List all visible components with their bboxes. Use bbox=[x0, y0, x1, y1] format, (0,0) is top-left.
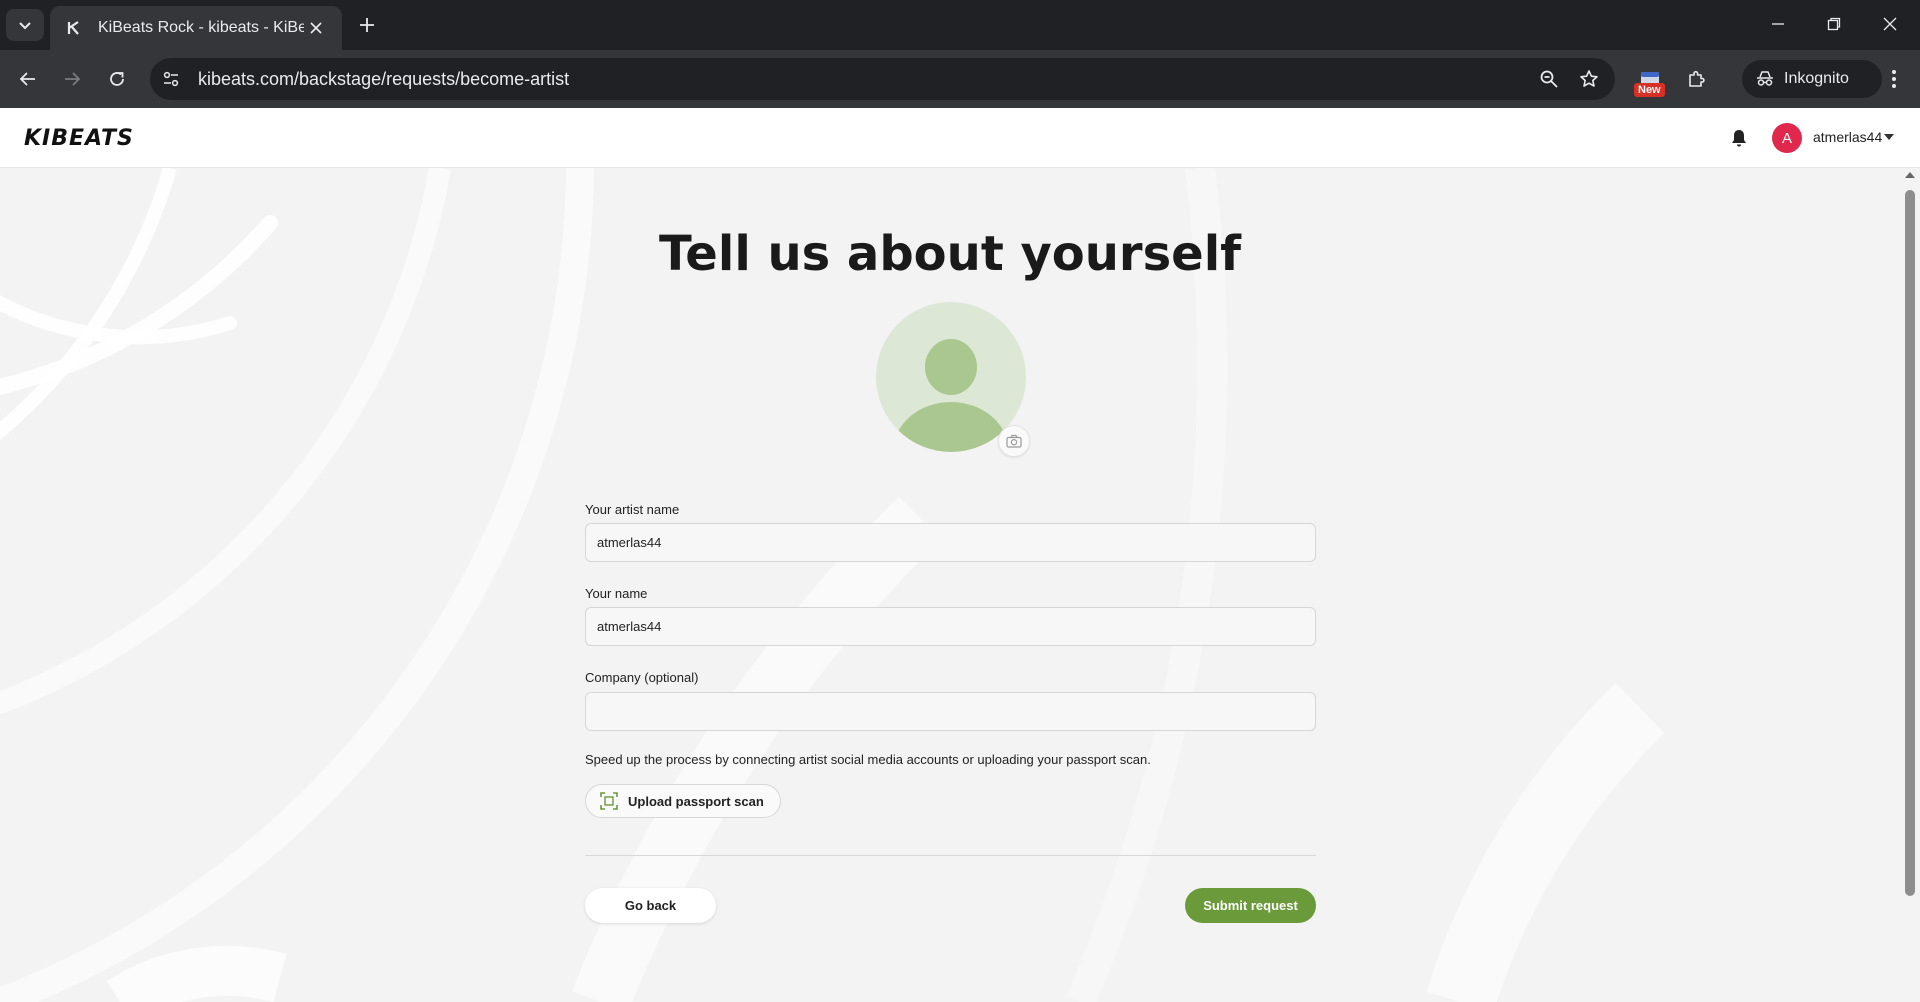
change-photo-button[interactable] bbox=[998, 425, 1030, 457]
incognito-label: Inkognito bbox=[1784, 70, 1849, 87]
company-label: Company (optional) bbox=[585, 670, 699, 685]
chevron-down-icon bbox=[19, 22, 31, 30]
extension-new-badge: New bbox=[1634, 83, 1665, 97]
incognito-icon bbox=[1757, 71, 1773, 86]
caret-down-icon[interactable] bbox=[1884, 134, 1894, 140]
reload-icon bbox=[110, 72, 124, 86]
page-scrollbar[interactable] bbox=[1900, 168, 1920, 1002]
minimize-window-button[interactable] bbox=[1750, 0, 1806, 48]
submit-request-button[interactable]: Submit request bbox=[1185, 888, 1316, 923]
page-title: Tell us about yourself bbox=[658, 226, 1242, 282]
upload-passport-label: Upload passport scan bbox=[628, 793, 764, 809]
back-nav-button[interactable] bbox=[12, 63, 44, 95]
star-icon[interactable] bbox=[1569, 59, 1609, 99]
scroll-up-arrow-icon[interactable] bbox=[1905, 172, 1915, 178]
more-vertical-icon bbox=[1892, 70, 1896, 88]
zoom-icon[interactable] bbox=[1529, 59, 1569, 99]
plus-icon bbox=[360, 18, 374, 32]
browser-menu-button[interactable] bbox=[1878, 63, 1910, 95]
browser-tab-active[interactable]: KiBeats Rock - kibeats - KiBeats bbox=[50, 6, 342, 50]
restore-icon bbox=[1827, 17, 1841, 31]
form-divider bbox=[585, 855, 1316, 856]
arrow-right-icon bbox=[65, 72, 81, 86]
artist-name-input[interactable] bbox=[585, 523, 1316, 562]
arrow-left-icon bbox=[19, 72, 35, 86]
your-name-input[interactable] bbox=[585, 607, 1316, 646]
upload-passport-button[interactable]: Upload passport scan bbox=[585, 784, 781, 818]
new-tab-button[interactable] bbox=[352, 10, 382, 40]
close-icon bbox=[1883, 17, 1897, 31]
minimize-icon bbox=[1772, 23, 1784, 25]
close-tab-icon[interactable] bbox=[304, 16, 328, 40]
tab-title: KiBeats Rock - kibeats - KiBeats bbox=[98, 19, 304, 36]
restore-window-button[interactable] bbox=[1806, 0, 1862, 48]
bell-icon[interactable] bbox=[1726, 125, 1752, 151]
page-viewport: KIBEATS A atmerlas44 Tell us about yours… bbox=[0, 108, 1920, 1002]
address-bar[interactable]: kibeats.com/backstage/requests/become-ar… bbox=[150, 58, 1615, 100]
kibeats-favicon-icon bbox=[64, 18, 84, 38]
kibeats-logo[interactable]: KIBEATS bbox=[24, 126, 134, 151]
incognito-profile-button[interactable]: Inkognito bbox=[1742, 60, 1882, 98]
browser-tab-bar: KiBeats Rock - kibeats - KiBeats bbox=[0, 0, 1920, 50]
company-input[interactable] bbox=[585, 692, 1316, 731]
extensions-button[interactable] bbox=[1679, 63, 1713, 97]
site-info-icon[interactable] bbox=[154, 62, 188, 96]
url-text[interactable]: kibeats.com/backstage/requests/become-ar… bbox=[198, 69, 1529, 90]
puzzle-icon bbox=[1689, 70, 1705, 87]
user-avatar[interactable]: A bbox=[1772, 123, 1802, 153]
helper-text: Speed up the process by connecting artis… bbox=[585, 752, 1151, 767]
your-name-label: Your name bbox=[585, 586, 648, 601]
artist-name-label: Your artist name bbox=[585, 502, 680, 517]
app-header: KIBEATS A atmerlas44 bbox=[0, 108, 1920, 168]
reload-button[interactable] bbox=[101, 63, 133, 95]
go-back-button[interactable]: Go back bbox=[585, 888, 716, 923]
camera-icon bbox=[1006, 434, 1022, 448]
forward-nav-button[interactable] bbox=[56, 63, 88, 95]
scrollbar-thumb[interactable] bbox=[1905, 190, 1915, 896]
scan-icon bbox=[600, 792, 618, 810]
browser-toolbar: kibeats.com/backstage/requests/become-ar… bbox=[0, 50, 1920, 108]
become-artist-form: Tell us about yourself Your artist name … bbox=[0, 168, 1900, 1002]
tab-search-button[interactable] bbox=[6, 9, 44, 41]
username-label[interactable]: atmerlas44 bbox=[1813, 129, 1882, 145]
close-window-button[interactable] bbox=[1862, 0, 1918, 48]
